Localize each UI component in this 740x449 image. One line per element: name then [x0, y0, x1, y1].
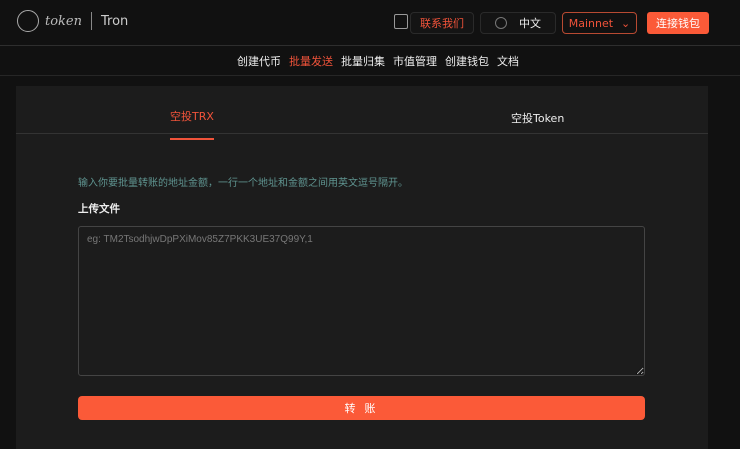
logo[interactable]: token Tron: [17, 10, 128, 32]
logo-icon: [17, 10, 39, 32]
transfer-button[interactable]: 转 账: [78, 396, 645, 420]
contact-button[interactable]: 联系我们: [410, 12, 474, 34]
connect-wallet-button[interactable]: 连接钱包: [647, 12, 709, 34]
main-nav: 创建代币 批量发送 批量归集 市值管理 创建钱包 文档: [0, 46, 740, 76]
nav-create-token[interactable]: 创建代币: [237, 53, 281, 69]
nav-batch-collect[interactable]: 批量归集: [341, 53, 385, 69]
nav-docs[interactable]: 文档: [497, 53, 519, 69]
upload-file-label[interactable]: 上传文件: [78, 201, 120, 216]
instructions: 输入你要批量转账的地址金额，一行一个地址和金额之间用英文逗号隔开。: [78, 178, 408, 189]
divider: [91, 12, 92, 30]
chain-label: Tron: [101, 13, 129, 29]
nav-create-wallet[interactable]: 创建钱包: [445, 53, 489, 69]
tab-airdrop-token[interactable]: 空投Token: [511, 110, 564, 126]
header: token Tron 联系我们 中文 Mainnet ⌄ 连接钱包: [0, 0, 740, 46]
share-icon[interactable]: [394, 14, 408, 29]
logo-text: token: [45, 13, 82, 29]
nav-batch-send[interactable]: 批量发送: [289, 53, 333, 69]
address-amount-input[interactable]: [78, 226, 645, 376]
chevron-down-icon: ⌄: [621, 16, 631, 30]
tab-airdrop-trx[interactable]: 空投TRX: [170, 108, 214, 140]
nav-market-cap[interactable]: 市值管理: [393, 53, 437, 69]
network-label: Mainnet: [568, 16, 614, 30]
language-label: 中文: [519, 17, 541, 30]
tabs: 空投TRX 空投Token: [16, 86, 708, 140]
language-button[interactable]: 中文: [480, 12, 556, 34]
batch-send-card: 空投TRX 空投Token 输入你要批量转账的地址金额，一行一个地址和金额之间用…: [16, 86, 708, 449]
globe-icon: [495, 17, 507, 29]
network-select[interactable]: Mainnet ⌄: [562, 12, 637, 34]
